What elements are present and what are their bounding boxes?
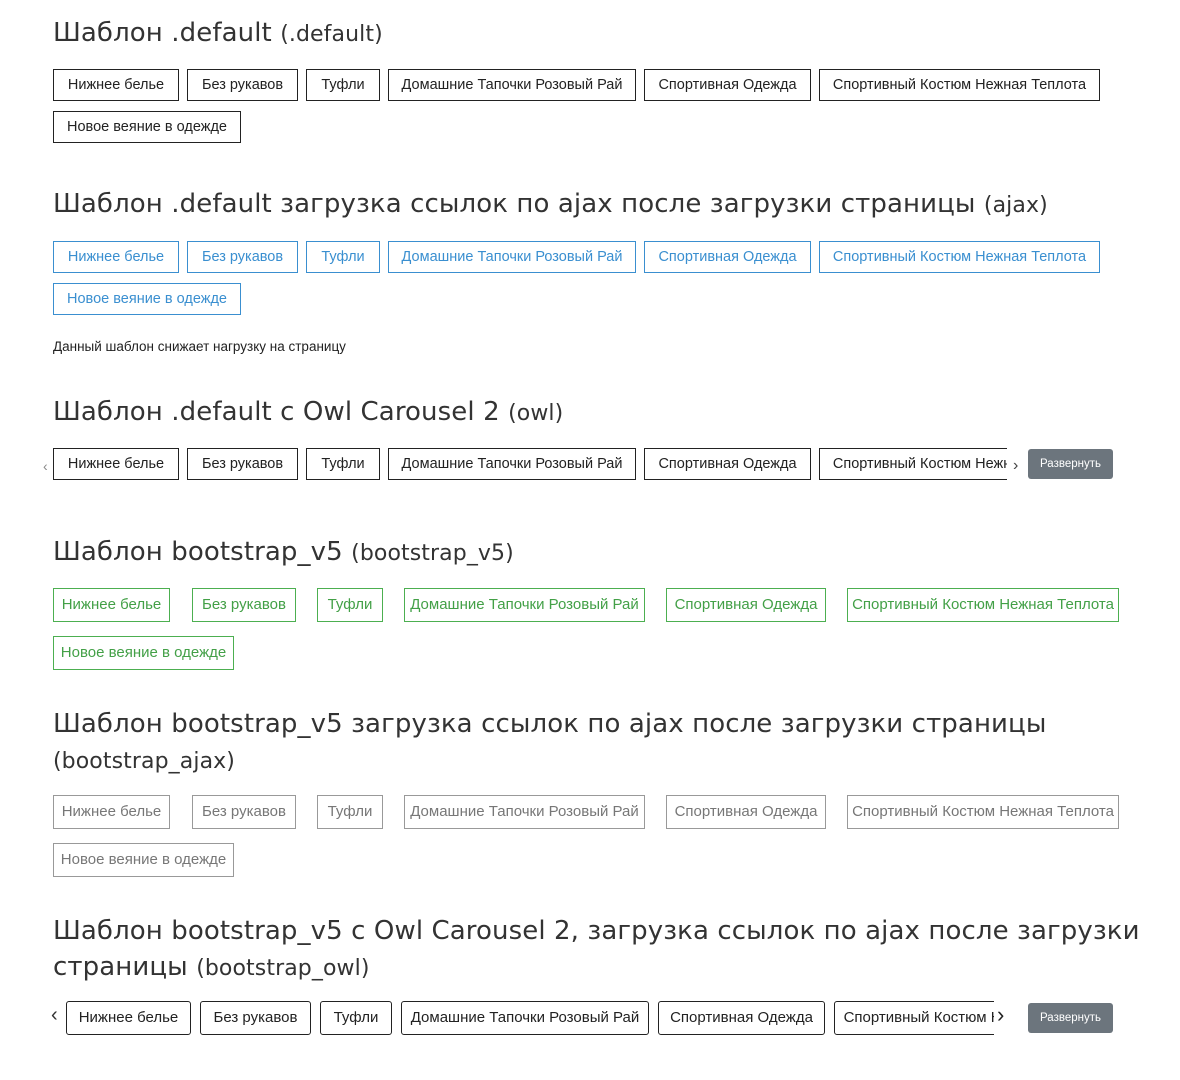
tag-item[interactable]: Нижнее белье xyxy=(53,69,179,101)
section-title-bootstrap-ajax: Шаблон bootstrap_v5 загрузка ссылок по a… xyxy=(53,709,1047,774)
chevron-left-icon[interactable]: ‹ xyxy=(51,1005,58,1025)
tag-item[interactable]: Спортивный Костюм Нежная Теплота xyxy=(847,795,1119,829)
section-title-bootstrap: Шаблон bootstrap_v5 (bootstrap_v5) xyxy=(53,537,514,567)
tag-item[interactable]: Туфли xyxy=(306,69,380,101)
tag-item[interactable]: Спортивный Костюм Нежная Теплота xyxy=(847,588,1119,622)
tag-item[interactable]: Без рукавов xyxy=(192,795,296,829)
tag-item[interactable]: Спортивный Костюм Нежная Теплота xyxy=(834,1001,994,1035)
tag-item[interactable]: Без рукавов xyxy=(192,588,296,622)
tag-item[interactable]: Нижнее белье xyxy=(53,241,179,273)
tag-item[interactable]: Туфли xyxy=(317,588,383,622)
section-title-ajax: Шаблон .default загрузка ссылок по ajax … xyxy=(53,189,1048,219)
tag-item[interactable]: Спортивная Одежда xyxy=(666,795,826,829)
tag-item[interactable]: Новое веяние в одежде xyxy=(53,636,234,670)
tag-item[interactable]: Домашние Тапочки Розовый Рай xyxy=(388,241,636,273)
tag-item[interactable]: Без рукавов xyxy=(187,448,298,480)
tag-item[interactable]: Спортивная Одежда xyxy=(666,588,826,622)
tag-item[interactable]: Спортивная Одежда xyxy=(644,241,811,273)
tag-item[interactable]: Туфли xyxy=(306,448,380,480)
tag-item[interactable]: Без рукавов xyxy=(187,69,298,101)
tag-item[interactable]: Спортивная Одежда xyxy=(658,1001,825,1035)
tag-item[interactable]: Спортивная Одежда xyxy=(644,448,811,480)
tag-item[interactable]: Домашние Тапочки Розовый Рай xyxy=(388,448,636,480)
tag-item[interactable]: Домашние Тапочки Розовый Рай xyxy=(404,588,645,622)
tags-bootstrap-owl-carousel: Нижнее белье Без рукавов Туфли Домашние … xyxy=(66,1001,994,1041)
ajax-note: Данный шаблон снижает нагрузку на страни… xyxy=(53,339,346,354)
tag-item[interactable]: Туфли xyxy=(320,1001,392,1035)
tag-item[interactable]: Домашние Тапочки Розовый Рай xyxy=(401,1001,649,1035)
tag-item[interactable]: Нижнее белье xyxy=(66,1001,191,1035)
tag-item[interactable]: Нижнее белье xyxy=(53,588,170,622)
tag-item[interactable]: Нижнее белье xyxy=(53,448,179,480)
tag-item[interactable]: Туфли xyxy=(306,241,380,273)
tag-item[interactable]: Без рукавов xyxy=(200,1001,311,1035)
section-title-bootstrap-owl: Шаблон bootstrap_v5 с Owl Carousel 2, за… xyxy=(53,916,1140,982)
tag-item[interactable]: Нижнее белье xyxy=(53,795,170,829)
chevron-left-icon[interactable]: ‹ xyxy=(43,457,48,475)
tag-item[interactable]: Новое веяние в одежде xyxy=(53,283,241,315)
expand-button[interactable]: Развернуть xyxy=(1028,449,1113,479)
tag-item[interactable]: Спортивный Костюм Нежная Теплота xyxy=(819,69,1100,101)
tag-item[interactable]: Новое веяние в одежде xyxy=(53,111,241,143)
tag-item[interactable]: Домашние Тапочки Розовый Рай xyxy=(388,69,636,101)
section-title-default: Шаблон .default (.default) xyxy=(53,18,383,48)
tags-owl-carousel: Нижнее белье Без рукавов Туфли Домашние … xyxy=(53,448,1007,488)
tag-item[interactable]: Домашние Тапочки Розовый Рай xyxy=(404,795,645,829)
tag-item[interactable]: Спортивный Костюм Нежная Теплота xyxy=(819,448,1007,480)
tag-item[interactable]: Без рукавов xyxy=(187,241,298,273)
expand-button[interactable]: Развернуть xyxy=(1028,1003,1113,1033)
tag-item[interactable]: Спортивный Костюм Нежная Теплота xyxy=(819,241,1100,273)
chevron-right-icon[interactable]: › xyxy=(1013,457,1018,475)
tag-item[interactable]: Туфли xyxy=(317,795,383,829)
section-title-owl: Шаблон .default с Owl Carousel 2 (owl) xyxy=(53,397,564,427)
tag-item[interactable]: Спортивная Одежда xyxy=(644,69,811,101)
chevron-right-icon[interactable]: › xyxy=(997,1004,1004,1026)
tag-item[interactable]: Новое веяние в одежде xyxy=(53,843,234,877)
